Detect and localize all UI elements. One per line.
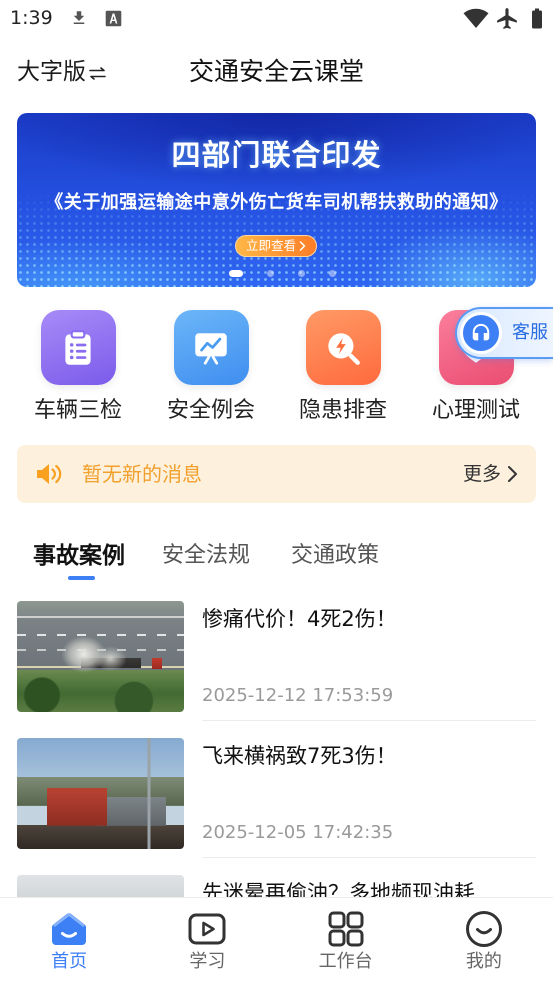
notice-bar: 暂无新的消息 更多 (17, 445, 536, 503)
quick-action-label: 安全例会 (166, 398, 255, 423)
play-icon (188, 913, 226, 945)
home-icon (52, 913, 87, 945)
nav-label: 工作台 (318, 951, 373, 972)
chevron-right-icon (299, 241, 306, 251)
carousel-dot[interactable] (298, 270, 305, 277)
notice-text: 暂无新的消息 (82, 462, 202, 486)
article-title: 惨痛代价！4死2伤！ (202, 607, 397, 631)
carousel-dot-active[interactable] (229, 270, 243, 277)
chevron-right-icon (508, 466, 517, 482)
swap-icon (89, 67, 106, 80)
headset-icon (460, 312, 502, 354)
quick-action-tile (40, 310, 116, 385)
wifi-icon (463, 8, 489, 28)
download-icon (73, 11, 85, 24)
promo-banner[interactable]: 四部门联合印发 《关于加强运输途中意外伤亡货车司机帮扶救助的通知》 立即查看 (17, 113, 536, 287)
article-row[interactable]: 惨痛代价！4死2伤！ 2025-12-12 17:53:59 (17, 601, 536, 726)
customer-service-button[interactable]: 客服 (455, 307, 553, 359)
article-title: 飞来横祸致7死3伤！ (202, 744, 397, 768)
battery-icon (532, 8, 542, 29)
status-bar: 1:39 (0, 0, 553, 36)
tab-accident-cases[interactable]: 事故案例 (33, 540, 125, 580)
notice-more-link[interactable]: 更多 (463, 461, 518, 487)
nav-label: 首页 (51, 951, 88, 972)
large-font-toggle-label: 大字版 (17, 59, 86, 85)
bottom-nav: 首页 学习 工作台 我的 (0, 897, 553, 983)
status-time: 1:39 (10, 7, 53, 29)
view-now-label: 立即查看 (245, 238, 296, 253)
large-font-toggle[interactable]: 大字版 (17, 56, 106, 88)
divider (202, 720, 536, 721)
carousel-dot[interactable] (329, 270, 336, 277)
article-thumbnail (17, 738, 184, 849)
airplane-icon (497, 8, 517, 29)
nav-label: 我的 (465, 951, 502, 972)
banner-headline: 四部门联合印发 (171, 138, 382, 172)
app-header: 大字版 交通安全云课堂 (0, 46, 553, 98)
article-date: 2025-12-05 17:42:35 (202, 822, 394, 843)
tab-traffic-policy[interactable]: 交通政策 (291, 540, 379, 572)
presentation-icon (195, 332, 227, 365)
nav-label: 学习 (189, 951, 226, 972)
customer-service-label: 客服 (512, 322, 548, 343)
quick-action-safety-meeting[interactable]: 安全例会 (145, 310, 277, 428)
quick-action-label: 隐患排查 (298, 398, 387, 423)
search-alert-icon (328, 332, 360, 365)
carousel-dot[interactable] (267, 270, 274, 277)
view-now-button[interactable]: 立即查看 (235, 235, 317, 257)
nav-profile[interactable]: 我的 (415, 898, 553, 983)
article-thumbnail (17, 601, 184, 712)
divider (202, 857, 536, 858)
font-a-icon (105, 10, 122, 27)
nav-workbench[interactable]: 工作台 (277, 898, 415, 983)
article-date: 2025-12-12 17:53:59 (202, 685, 394, 706)
quick-action-label: 心理测试 (431, 398, 520, 423)
article-row[interactable]: 飞来横祸致7死3伤！ 2025-12-05 17:42:35 (17, 738, 536, 863)
quick-action-label: 车辆三检 (33, 398, 122, 423)
quick-action-tile (305, 310, 381, 385)
quick-action-hazard-check[interactable]: 隐患排查 (277, 310, 409, 428)
grid-icon (328, 911, 364, 947)
speaker-icon (37, 464, 62, 484)
carousel-indicator (229, 270, 336, 277)
smile-icon (465, 911, 502, 947)
nav-study[interactable]: 学习 (138, 898, 276, 983)
notice-more-label: 更多 (462, 463, 501, 485)
banner-subtitle: 《关于加强运输途中意外伤亡货车司机帮扶救助的通知》 (45, 192, 508, 213)
quick-action-vehicle-inspection[interactable]: 车辆三检 (12, 310, 144, 428)
nav-home[interactable]: 首页 (0, 898, 138, 983)
tab-safety-regulations[interactable]: 安全法规 (162, 540, 250, 572)
quick-action-tile (173, 310, 249, 385)
clipboard-icon (65, 329, 91, 365)
